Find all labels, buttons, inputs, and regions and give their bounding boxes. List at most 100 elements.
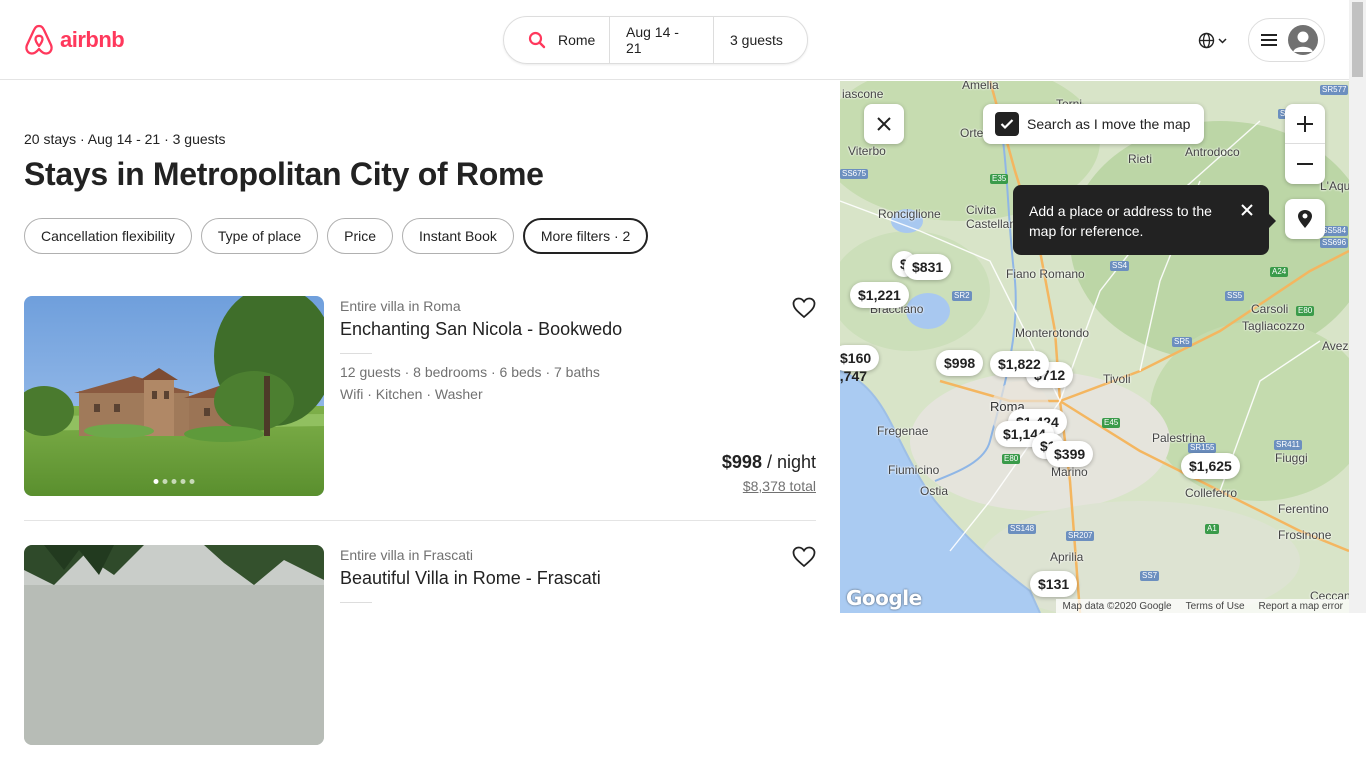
results-summary: 20 stays · Aug 14 - 21 · 3 guests <box>24 131 226 147</box>
road-shield: A1 <box>1205 524 1219 534</box>
map-place-label: Avez <box>1322 339 1349 353</box>
divider <box>340 353 372 354</box>
language-button[interactable] <box>1190 24 1234 56</box>
road-shield: SS675 <box>840 169 869 179</box>
search-dates-text: Aug 14 - 21 <box>626 24 679 56</box>
report-error-link[interactable]: Report a map error <box>1259 601 1343 612</box>
search-bar[interactable]: Rome Aug 14 - 21 3 guests <box>503 16 808 64</box>
page-scrollbar[interactable] <box>1349 0 1366 613</box>
listing-name[interactable]: Beautiful Villa in Rome - Frascati <box>340 568 601 589</box>
search-guests[interactable]: 3 guests <box>714 17 799 63</box>
road-shield: SS148 <box>1008 524 1037 534</box>
filter-cancellation[interactable]: Cancellation flexibility <box>24 218 192 254</box>
search-location[interactable]: Rome <box>504 17 610 63</box>
listing-total-price[interactable]: $8,378 total <box>743 478 816 494</box>
listing-card[interactable]: Entire villa in Roma Enchanting San Nico… <box>24 296 816 521</box>
heart-icon <box>792 297 816 319</box>
save-heart-button[interactable] <box>792 546 816 573</box>
map-place-label: Colleferro <box>1185 486 1238 500</box>
logo-text: airbnb <box>60 27 125 52</box>
filter-instant-book[interactable]: Instant Book <box>402 218 514 254</box>
hamburger-icon <box>1261 34 1277 46</box>
road-shield: SS696 <box>1320 238 1349 248</box>
road-shield: E80 <box>1002 454 1021 464</box>
road-shield: SR155 <box>1188 443 1217 453</box>
listing-photo[interactable] <box>24 296 324 496</box>
results-map[interactable]: iascone Amelia Terni Orte Viterbo Rieti … <box>840 81 1349 613</box>
listing-type: Entire villa in Roma <box>340 298 461 314</box>
zoom-out-button[interactable] <box>1285 144 1325 184</box>
search-guests-text: 3 guests <box>730 32 783 48</box>
map-place-label: Aprilia <box>1050 550 1084 564</box>
road-shield: SR207 <box>1066 531 1095 541</box>
close-map-button[interactable] <box>864 104 904 144</box>
map-place-label: Tivoli <box>1103 372 1131 386</box>
tooltip-arrow <box>1268 213 1276 229</box>
close-icon <box>877 117 891 131</box>
listing-type: Entire villa in Frascati <box>340 547 474 563</box>
map-place-label: Viterbo <box>848 144 886 158</box>
checkbox-checked-icon[interactable] <box>995 112 1019 136</box>
filter-bar: Cancellation flexibility Type of place P… <box>24 218 649 254</box>
map-place-label: iascone <box>842 87 884 101</box>
map-price-pin[interactable]: $131 <box>1030 571 1078 597</box>
chevron-down-icon <box>1217 37 1227 44</box>
map-place-label: Antrodoco <box>1185 145 1240 159</box>
map-price-pin[interactable]: $399 <box>1046 441 1094 467</box>
user-menu-button[interactable] <box>1248 18 1325 62</box>
globe-icon <box>1198 32 1214 48</box>
map-place-label: Monterotondo <box>1015 326 1090 340</box>
map-place-label: Fiumicino <box>888 463 940 477</box>
map-price-pin[interactable]: $998 <box>936 350 984 376</box>
search-icon <box>528 31 546 49</box>
map-place-label: Orte <box>960 126 984 140</box>
listing-photo[interactable] <box>24 545 324 745</box>
road-shield: SR577 <box>1320 85 1349 95</box>
map-place-label: Ronciglione <box>878 207 941 221</box>
road-shield: SS5 <box>1225 291 1245 301</box>
map-place-label: Ferentino <box>1278 502 1329 516</box>
user-avatar-icon <box>1288 25 1318 55</box>
airbnb-logo[interactable]: airbnb <box>24 24 125 56</box>
map-place-label: Rieti <box>1128 152 1153 166</box>
listing-name[interactable]: Enchanting San Nicola - Bookwedo <box>340 319 622 340</box>
map-price-pin[interactable]: 4,747 <box>840 363 867 389</box>
close-icon <box>1241 204 1253 216</box>
photo-pagination[interactable] <box>153 479 195 484</box>
price-value: $998 <box>721 452 762 472</box>
scrollbar-thumb[interactable] <box>1352 2 1363 77</box>
filter-price[interactable]: Price <box>327 218 394 254</box>
road-shield: SR5 <box>1172 337 1192 347</box>
search-as-move-label: Search as I move the map <box>1027 116 1191 132</box>
map-place-label: Fiano Romano <box>1006 267 1085 281</box>
location-pin-icon <box>1298 210 1312 228</box>
road-shield: SR411 <box>1274 440 1302 450</box>
map-place-label: Marino <box>1051 465 1088 479</box>
search-dates[interactable]: Aug 14 - 21 <box>610 17 714 63</box>
search-location-text: Rome <box>558 32 596 48</box>
listing-price: $998 / night <box>722 452 816 473</box>
map-data-credit: Map data ©2020 Google <box>1062 600 1172 612</box>
road-shield: SR2 <box>952 291 972 301</box>
map-place-label: Tagliacozzo <box>1242 319 1305 333</box>
map-price-pin[interactable]: $1,625 <box>1181 453 1240 479</box>
map-price-pin[interactable]: $1,221 <box>850 282 909 308</box>
price-unit: / night <box>761 452 816 472</box>
road-shield: SS7 <box>1140 571 1160 581</box>
filter-more-filters[interactable]: More filters · 2 <box>522 218 649 254</box>
zoom-in-button[interactable] <box>1285 104 1325 144</box>
listing-card[interactable]: Entire villa in Frascati Beautiful Villa… <box>24 545 816 770</box>
save-heart-button[interactable] <box>792 297 816 324</box>
map-place-label: Carsoli <box>1251 302 1289 316</box>
tooltip-close-button[interactable] <box>1241 201 1253 221</box>
map-price-pin[interactable]: $1,822 <box>990 351 1049 377</box>
search-as-move-toggle[interactable]: Search as I move the map <box>983 104 1205 144</box>
add-place-button[interactable] <box>1285 199 1325 239</box>
map-place-label: Ostia <box>920 484 949 498</box>
page-title: Stays in Metropolitan City of Rome <box>24 156 544 192</box>
road-shield: E45 <box>1102 418 1121 428</box>
filter-type-of-place[interactable]: Type of place <box>200 218 319 254</box>
map-attribution: Map data ©2020 Google Terms of Use Repor… <box>1056 599 1349 613</box>
terms-link[interactable]: Terms of Use <box>1186 601 1245 612</box>
map-price-pin[interactable]: $831 <box>904 254 952 280</box>
